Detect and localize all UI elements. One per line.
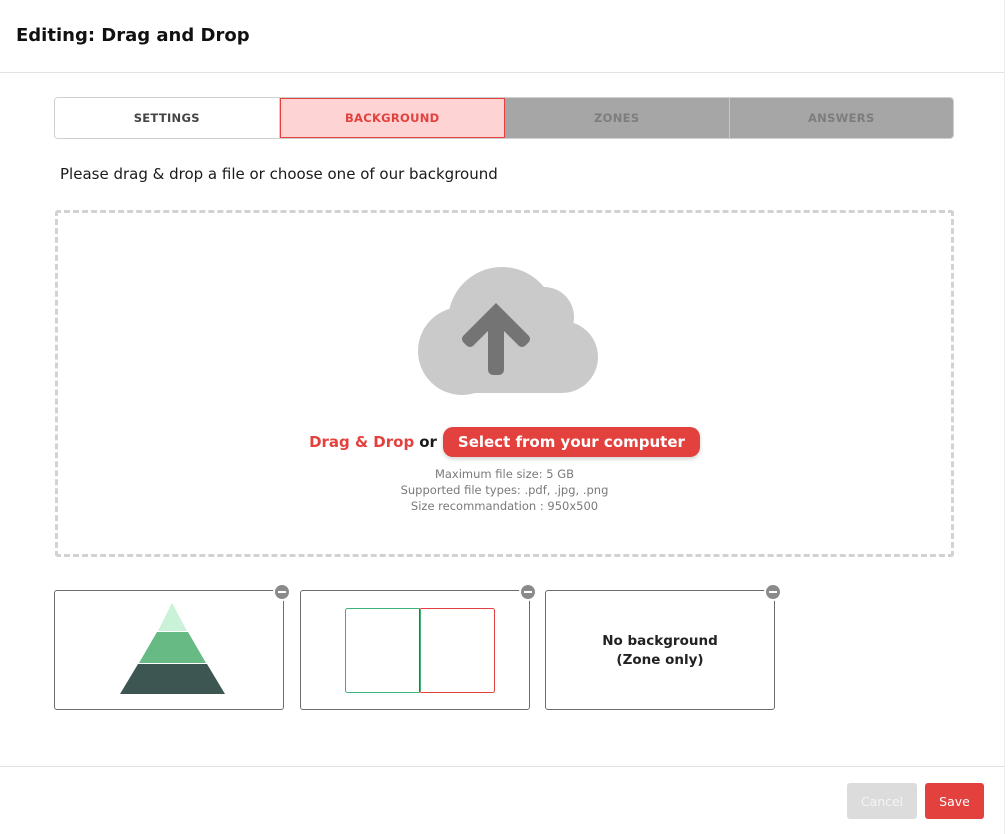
drag-drop-label: Drag & Drop	[309, 433, 415, 451]
page-title: Editing: Drag and Drop	[16, 25, 250, 46]
modal-edge	[1004, 0, 1005, 834]
editor-modal: Editing: Drag and Drop SETTINGS BACKGROU…	[0, 0, 1008, 834]
no-background-line2: (Zone only)	[616, 652, 704, 668]
pyramid-icon	[120, 603, 225, 694]
size-recommendation-text: Size recommandation : 950x500	[410, 499, 599, 513]
background-option-pyramid[interactable]	[54, 583, 291, 710]
cancel-button[interactable]: Cancel	[847, 783, 917, 819]
or-label: or	[419, 433, 437, 451]
step-tabs: SETTINGS BACKGROUND ZONES ANSWERS	[54, 97, 954, 139]
file-dropzone[interactable]: Drag & Drop or Select from your computer…	[55, 210, 954, 557]
file-requirements: Maximum file size: 5 GB Supported file t…	[58, 466, 951, 514]
no-background-label: No background (Zone only)	[546, 632, 774, 670]
cloud-upload-icon	[414, 265, 600, 395]
background-option-columns[interactable]	[300, 583, 537, 710]
select-file-button[interactable]: Select from your computer	[442, 427, 700, 457]
instruction-text: Please drag & drop a file or choose one …	[60, 165, 498, 183]
file-types-text: Supported file types: .pdf, .jpg, .png	[400, 483, 609, 497]
remove-icon[interactable]	[764, 583, 782, 601]
two-columns-icon	[345, 608, 495, 693]
background-option-none[interactable]: No background (Zone only)	[545, 583, 782, 710]
modal-footer: Cancel Save	[0, 766, 1004, 834]
no-background-line1: No background	[602, 633, 718, 649]
tab-answers[interactable]: ANSWERS	[729, 98, 953, 138]
max-size-text: Maximum file size: 5 GB	[434, 467, 575, 481]
tab-background[interactable]: BACKGROUND	[279, 98, 505, 138]
save-button[interactable]: Save	[925, 783, 984, 819]
modal-header: Editing: Drag and Drop	[0, 0, 1004, 73]
tab-settings[interactable]: SETTINGS	[55, 98, 280, 138]
dropzone-prompt: Drag & Drop or Select from your computer	[58, 427, 951, 457]
tab-zones[interactable]: ZONES	[505, 98, 730, 138]
